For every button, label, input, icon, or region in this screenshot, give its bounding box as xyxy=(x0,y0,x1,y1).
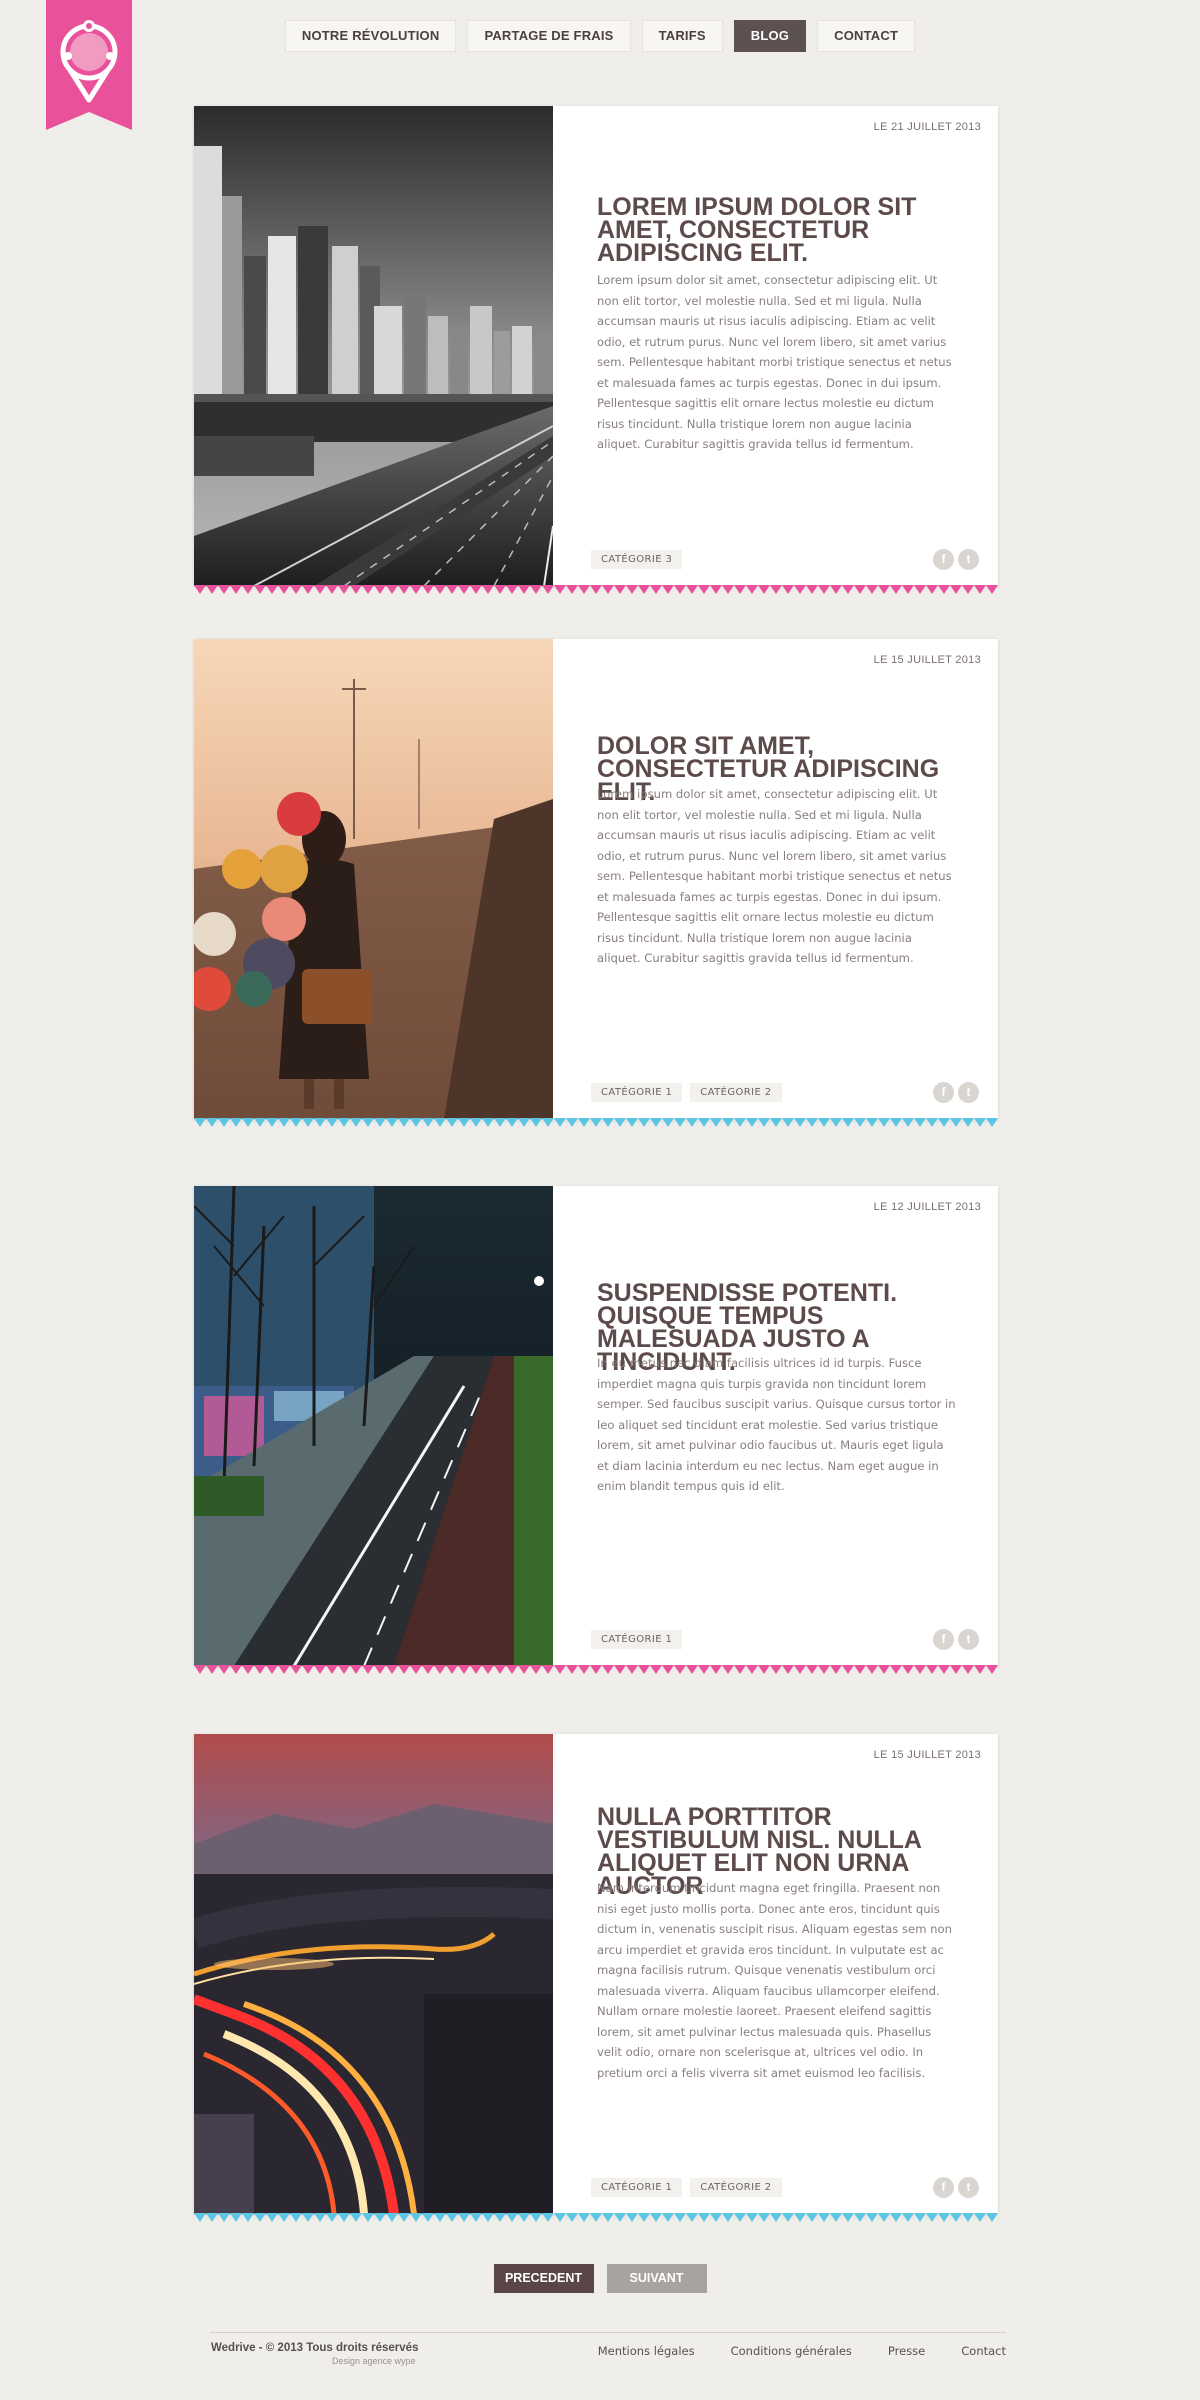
post-date: LE 12 JUILLET 2013 xyxy=(873,1201,981,1213)
city-highway-photo[interactable] xyxy=(194,106,553,586)
category-tag[interactable]: CATÉGORIE 1 xyxy=(591,2178,683,2197)
twitter-icon[interactable]: t xyxy=(958,1629,979,1650)
pagination: PRECEDENT SUIVANT xyxy=(0,2264,1200,2293)
post-categories: CATÉGORIE 1 xyxy=(591,1630,683,1649)
post-date: LE 15 JUILLET 2013 xyxy=(873,654,981,666)
footer-links: Mentions légales Conditions générales Pr… xyxy=(598,2344,1006,2358)
facebook-icon[interactable]: f xyxy=(933,549,954,570)
footer-link-contact[interactable]: Contact xyxy=(961,2344,1006,2358)
post-title[interactable]: LOREM IPSUM DOLOR SIT AMET, CONSECTETUR … xyxy=(597,195,947,266)
twitter-icon[interactable]: t xyxy=(958,2177,979,2198)
category-tag[interactable]: CATÉGORIE 2 xyxy=(690,2178,782,2197)
zigzag-border xyxy=(194,1665,998,1674)
category-tag[interactable]: CATÉGORIE 2 xyxy=(690,1083,782,1102)
footer-link-presse[interactable]: Presse xyxy=(888,2344,925,2358)
nav-item-partage-de-frais[interactable]: PARTAGE DE FRAIS xyxy=(467,20,631,52)
footer-link-mentions-legales[interactable]: Mentions légales xyxy=(598,2344,695,2358)
blog-post: LE 15 JUILLET 2013 NULLA PORTTITOR VESTI… xyxy=(194,1734,998,2222)
category-tag[interactable]: CATÉGORIE 1 xyxy=(591,1083,683,1102)
post-date: LE 15 JUILLET 2013 xyxy=(873,1749,981,1761)
zigzag-border xyxy=(194,585,998,594)
footer-brand: Wedrive xyxy=(211,2342,256,2354)
main-nav: NOTRE RÉVOLUTION PARTAGE DE FRAIS TARIFS… xyxy=(0,20,1200,52)
footer-link-conditions-generales[interactable]: Conditions générales xyxy=(731,2344,852,2358)
facebook-icon[interactable]: f xyxy=(933,1082,954,1103)
blog-post: LE 15 JUILLET 2013 DOLOR SIT AMET, CONSE… xyxy=(194,639,998,1127)
post-date: LE 21 JUILLET 2013 xyxy=(873,121,981,133)
facebook-icon[interactable]: f xyxy=(933,2177,954,2198)
post-body: In eu metus nec diam facilisis ultrices … xyxy=(597,1356,956,1493)
night-street-photo[interactable] xyxy=(194,1186,553,1666)
copyright-text: - © 2013 Tous droits réservés xyxy=(255,2342,419,2354)
post-categories: CATÉGORIE 1 CATÉGORIE 2 xyxy=(591,1083,782,1102)
footer-divider xyxy=(210,2332,1006,2333)
design-credit: Design agence wype xyxy=(332,2356,416,2366)
post-categories: CATÉGORIE 3 xyxy=(591,550,683,569)
nav-item-blog[interactable]: BLOG xyxy=(733,20,807,52)
nav-item-contact[interactable]: CONTACT xyxy=(817,20,916,52)
footer-copyright: Wedrive - © 2013 Tous droits réservés xyxy=(211,2342,418,2354)
post-body: Lorem ipsum dolor sit amet, consectetur … xyxy=(597,273,952,451)
blog-post: LE 21 JUILLET 2013 LOREM IPSUM DOLOR SIT… xyxy=(194,106,998,594)
facebook-icon[interactable]: f xyxy=(933,1629,954,1650)
post-body: Nam interdum tincidunt magna eget fringi… xyxy=(597,1881,952,2080)
share-buttons: f t xyxy=(933,1629,979,1650)
share-buttons: f t xyxy=(933,2177,979,2198)
category-tag[interactable]: CATÉGORIE 3 xyxy=(591,550,683,569)
nav-item-notre-revolution[interactable]: NOTRE RÉVOLUTION xyxy=(284,20,457,52)
nav-item-tarifs[interactable]: TARIFS xyxy=(641,20,723,52)
blog-post: LE 12 JUILLET 2013 SUSPENDISSE POTENTI. … xyxy=(194,1186,998,1674)
previous-button[interactable]: PRECEDENT xyxy=(493,2264,594,2293)
twitter-icon[interactable]: t xyxy=(958,1082,979,1103)
category-tag[interactable]: CATÉGORIE 1 xyxy=(591,1630,683,1649)
girl-balloons-photo[interactable] xyxy=(194,639,553,1119)
share-buttons: f t xyxy=(933,549,979,570)
zigzag-border xyxy=(194,1118,998,1127)
zigzag-border xyxy=(194,2213,998,2222)
share-buttons: f t xyxy=(933,1082,979,1103)
post-body: Lorem ipsum dolor sit amet, consectetur … xyxy=(597,787,952,965)
post-categories: CATÉGORIE 1 CATÉGORIE 2 xyxy=(591,2178,782,2197)
twitter-icon[interactable]: t xyxy=(958,549,979,570)
next-button[interactable]: SUIVANT xyxy=(606,2264,707,2293)
light-trails-photo[interactable] xyxy=(194,1734,553,2214)
